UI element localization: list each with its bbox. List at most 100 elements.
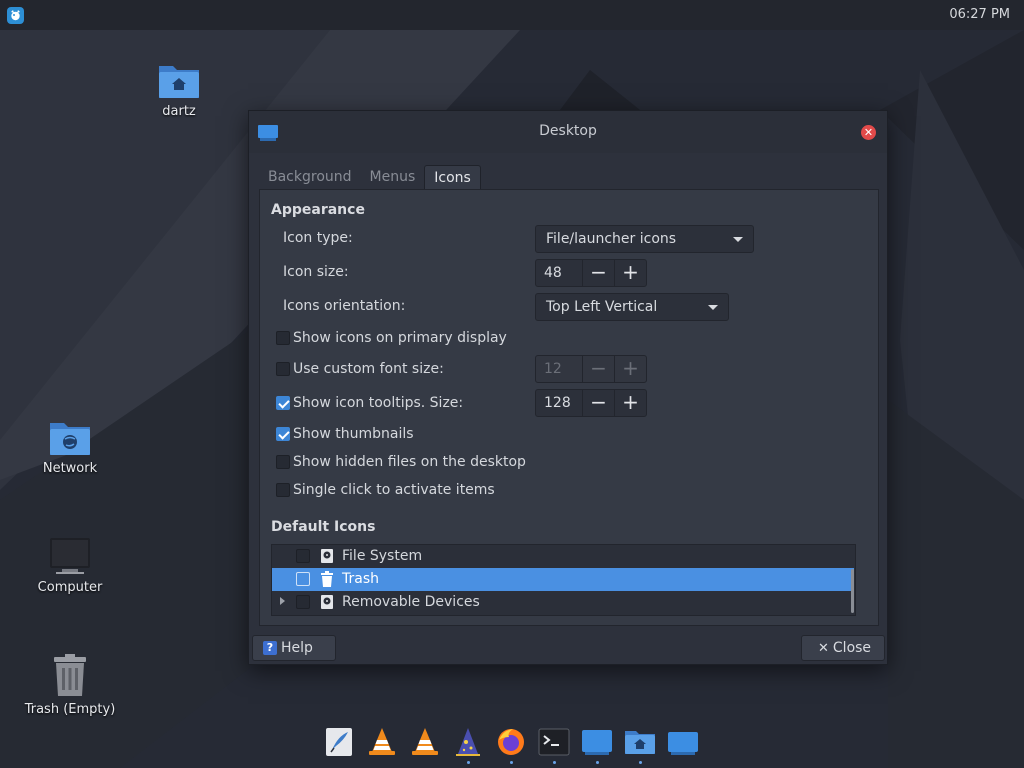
thumbnails-checkbox[interactable] (276, 427, 290, 441)
chevron-down-icon (708, 305, 718, 310)
decrement-button[interactable]: − (582, 390, 614, 416)
close-window-button[interactable]: ✕ (861, 125, 876, 140)
icon-size-label: Icon size: (283, 264, 349, 280)
tooltip-size-spinner[interactable]: 128 − + (535, 389, 647, 417)
desktop-icon-network[interactable]: Network (10, 417, 130, 476)
terminal-icon (538, 728, 570, 756)
tooltips-checkbox-row[interactable]: Show icon tooltips. Size: (276, 395, 463, 411)
tab-menus[interactable]: Menus (361, 165, 425, 190)
hidden-files-checkbox-row[interactable]: Show hidden files on the desktop (276, 454, 526, 470)
dock-item-window-2[interactable] (662, 724, 705, 764)
firefox-icon (498, 729, 524, 755)
network-folder-icon (50, 423, 90, 455)
dock-item-home-folder[interactable] (619, 724, 662, 764)
running-indicator (510, 761, 513, 764)
dock (318, 724, 705, 764)
dialog-title: Desktop (539, 123, 597, 139)
dock-item-vlc[interactable] (361, 724, 404, 764)
desktop-icon-label: Trash (Empty) (24, 702, 116, 717)
trash-checkbox[interactable] (296, 572, 310, 586)
whisker-menu-icon[interactable] (7, 7, 24, 24)
running-indicator (467, 761, 470, 764)
wizard-icon (456, 728, 480, 756)
default-icons-heading: Default Icons (271, 519, 376, 535)
icon-type-label: Icon type: (283, 230, 353, 246)
list-item-label: Trash (342, 571, 379, 587)
tab-icons[interactable]: Icons (424, 165, 481, 190)
trash-icon (54, 654, 86, 696)
icons-tab-panel: Appearance Icon type: File/launcher icon… (259, 189, 879, 626)
thumbnails-checkbox-row[interactable]: Show thumbnails (276, 426, 414, 442)
decrement-button[interactable]: − (582, 260, 614, 286)
close-button-label: Close (832, 640, 872, 656)
close-icon: ✕ (818, 640, 829, 656)
harddisk-icon (321, 549, 333, 563)
dock-item-wizard[interactable] (447, 724, 490, 764)
dock-item-firefox[interactable] (490, 724, 533, 764)
single-click-checkbox-row[interactable]: Single click to activate items (276, 482, 495, 498)
default-icons-list: File System Trash Removable Devices (271, 544, 856, 616)
show-primary-label: Show icons on primary display (293, 330, 507, 346)
increment-button[interactable]: + (614, 390, 646, 416)
desktop-icon-home[interactable]: dartz (119, 60, 239, 119)
list-scrollbar[interactable] (851, 569, 854, 613)
list-item-trash[interactable]: Trash (272, 568, 854, 591)
icon-type-dropdown[interactable]: File/launcher icons (535, 225, 754, 253)
show-primary-checkbox-row[interactable]: Show icons on primary display (276, 330, 507, 346)
help-button[interactable]: ? Help (252, 635, 336, 661)
removable-devices-checkbox[interactable] (296, 595, 310, 609)
home-folder-icon (625, 731, 655, 754)
tab-background[interactable]: Background (259, 165, 361, 190)
harddisk-icon (321, 595, 333, 609)
hidden-files-checkbox[interactable] (276, 455, 290, 469)
list-item-label: File System (342, 548, 423, 564)
hidden-files-label: Show hidden files on the desktop (293, 454, 526, 470)
font-size-spinner: 12 − + (535, 355, 647, 383)
file-system-checkbox[interactable] (296, 549, 310, 563)
desktop-icon-computer[interactable]: Computer (10, 536, 130, 595)
help-icon: ? (263, 641, 277, 655)
single-click-checkbox[interactable] (276, 483, 290, 497)
clock[interactable]: 06:27 PM (949, 7, 1010, 22)
window-icon (668, 732, 698, 755)
custom-font-label: Use custom font size: (293, 361, 444, 377)
decrement-button: − (582, 356, 614, 382)
expander-arrow-icon[interactable] (280, 597, 285, 605)
custom-font-checkbox-row[interactable]: Use custom font size: (276, 361, 444, 377)
dock-item-vlc-2[interactable] (404, 724, 447, 764)
top-panel: 06:27 PM (0, 0, 1024, 30)
help-button-label: Help (281, 640, 313, 656)
running-indicator (639, 761, 642, 764)
tooltips-checkbox[interactable] (276, 396, 290, 410)
list-item-file-system[interactable]: File System (272, 545, 854, 568)
close-button[interactable]: ✕ Close (801, 635, 885, 661)
running-indicator (553, 761, 556, 764)
list-item-label: Removable Devices (342, 594, 480, 610)
list-item-removable-devices[interactable]: Removable Devices (272, 591, 854, 614)
vlc-icon (412, 728, 438, 755)
increment-button[interactable]: + (614, 260, 646, 286)
single-click-label: Single click to activate items (293, 482, 495, 498)
dock-item-terminal[interactable] (533, 724, 576, 764)
show-primary-checkbox[interactable] (276, 331, 290, 345)
desktop-icon-trash[interactable]: Trash (Empty) (10, 654, 130, 717)
window-icon (582, 730, 612, 755)
icon-type-value: File/launcher icons (546, 231, 677, 247)
dialog-titlebar[interactable]: Desktop ✕ (249, 111, 887, 153)
text-editor-icon (326, 728, 352, 756)
desktop-icon-label: Network (42, 461, 98, 476)
dock-item-text-editor[interactable] (318, 724, 361, 764)
trash-icon (321, 571, 333, 587)
icon-size-value: 48 (544, 265, 562, 281)
desktop-icon-label: Computer (37, 580, 103, 595)
running-indicator (596, 761, 599, 764)
icon-size-spinner[interactable]: 48 − + (535, 259, 647, 287)
dock-item-window[interactable] (576, 724, 619, 764)
tooltip-size-value: 128 (544, 395, 571, 411)
desktop-icon-label: dartz (162, 104, 196, 119)
custom-font-checkbox[interactable] (276, 362, 290, 376)
tooltips-label: Show icon tooltips. Size: (293, 395, 464, 411)
font-size-value: 12 (544, 361, 562, 377)
orientation-value: Top Left Vertical (546, 299, 658, 315)
orientation-dropdown[interactable]: Top Left Vertical (535, 293, 729, 321)
